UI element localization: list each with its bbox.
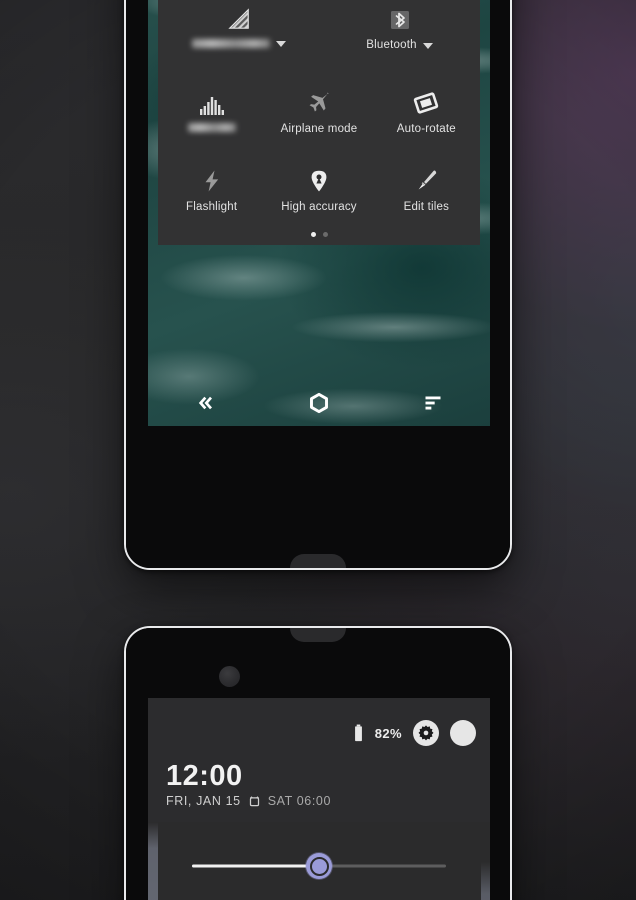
bluetooth-icon [388,0,412,32]
tile-flashlight-label: Flashlight [186,201,238,213]
recents-button[interactable] [422,393,444,413]
quick-tile-row-1: Airplane mode Auto-rotate [158,66,480,144]
tile-bluetooth-text: Bluetooth [366,39,417,51]
clock-date: FRI, JAN 15 [166,794,241,808]
tile-edit-tiles-label: Edit tiles [403,201,450,213]
lock-clock: 12:00 FRI, JAN 15 SAT 06:00 [166,760,331,809]
tile-high-accuracy-label: High accuracy [281,201,357,213]
lock-screen-phone: 82% 12:00 FRI, JAN 15 SAT 06:00 [124,626,512,900]
flashlight-bolt-icon [200,158,224,194]
tile-airplane-label: Airplane mode [280,123,358,135]
phone-screen: 82% 12:00 FRI, JAN 15 SAT 06:00 [148,698,490,900]
gear-icon[interactable] [413,720,439,746]
page-dot-1[interactable] [310,232,316,237]
tile-wifi-label [191,39,286,48]
phone-earpiece-bump [290,628,346,642]
tile-auto-rotate-label: Auto-rotate [396,123,456,135]
quick-tile-row-2: Flashlight High accuracy Edit tiles [158,144,480,222]
home-button[interactable] [308,392,330,414]
chevron-down-icon[interactable] [275,40,286,47]
clock-time: 12:00 [166,760,243,792]
tile-edit-tiles[interactable]: Edit tiles [373,158,480,222]
brightness-sun-icon[interactable] [306,853,332,879]
alarm-time-label: SAT 06:00 [267,794,331,808]
phone-screen: Bluetooth Airplane mode Auto-rotate Flas… [148,0,490,426]
signal-bars-icon [199,80,225,116]
quick-settings-shade: Bluetooth Airplane mode Auto-rotate Flas… [158,0,480,245]
quick-tile-row-primary: Bluetooth [158,0,480,66]
tile-bluetooth-label: Bluetooth [366,39,433,52]
lock-screen-body [148,822,490,900]
tile-airplane-mode[interactable]: Airplane mode [265,80,372,144]
phone-chin-bump [290,554,346,568]
auto-rotate-icon [413,80,439,116]
navigation-bar [148,380,490,426]
battery-full-icon [353,724,364,742]
tile-flashlight[interactable]: Flashlight [158,158,265,222]
quick-settings-phone: Bluetooth Airplane mode Auto-rotate Flas… [124,0,512,570]
tile-bluetooth[interactable]: Bluetooth [319,0,480,66]
chevron-down-icon[interactable] [422,42,433,49]
brightness-slider[interactable] [148,844,490,888]
wifi-ssid-blurred [191,39,270,48]
carrier-name-blurred [187,123,236,132]
front-camera-icon [219,666,240,687]
status-row: 82% [353,720,476,746]
back-button[interactable] [194,393,216,413]
location-pin-icon [307,158,331,194]
alarm-clock-icon [248,795,261,808]
paintbrush-icon [413,158,439,194]
lock-screen-header: 82% 12:00 FRI, JAN 15 SAT 06:00 [148,698,490,822]
tile-mobile-data[interactable] [158,80,265,144]
tile-auto-rotate[interactable]: Auto-rotate [373,80,480,144]
page-indicator[interactable] [158,222,480,237]
clock-subline: FRI, JAN 15 SAT 06:00 [166,794,331,808]
page-dot-2[interactable] [322,232,328,237]
airplane-icon [306,80,332,116]
user-avatar-icon[interactable] [450,720,476,746]
tile-high-accuracy[interactable]: High accuracy [265,158,372,222]
battery-percent-label: 82% [374,725,402,741]
wifi-off-icon [226,0,252,32]
tile-mobile-data-label [187,123,236,132]
tile-wifi[interactable] [158,0,319,66]
slider-fill [192,864,318,868]
